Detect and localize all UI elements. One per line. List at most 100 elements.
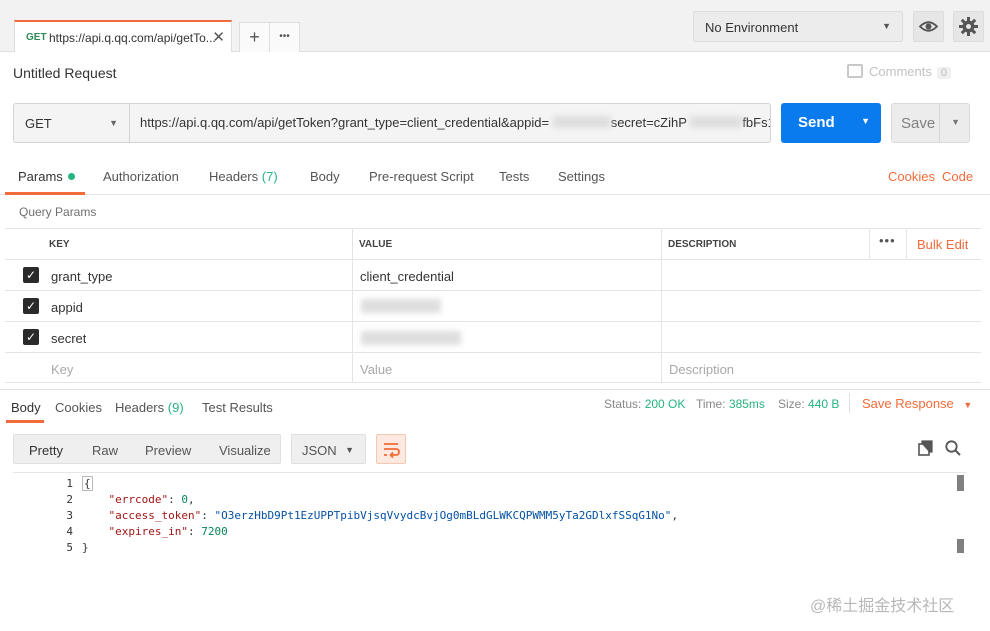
json-comma: , <box>187 493 195 506</box>
table-row: ✓ secret <box>5 321 981 352</box>
code-line: "expires_in": 7200 <box>108 525 228 538</box>
row-checkbox[interactable]: ✓ <box>23 267 39 283</box>
language-select[interactable]: JSON ▼ <box>291 434 366 464</box>
redacted-value[interactable] <box>361 299 441 313</box>
copy-icon <box>918 440 933 456</box>
chevron-down-icon[interactable]: ▼ <box>861 116 870 126</box>
save-label: Save <box>901 115 936 132</box>
more-tabs-button[interactable]: ••• <box>269 22 300 52</box>
tab-test-results[interactable]: Test Results <box>202 400 273 415</box>
code-link[interactable]: Code <box>942 169 973 184</box>
param-key[interactable]: appid <box>51 291 83 321</box>
tab-response-headers[interactable]: Headers (9) <box>115 400 184 415</box>
comment-icon <box>847 64 863 78</box>
new-value-input[interactable]: Value <box>360 353 392 382</box>
json-key: "expires_in" <box>108 525 188 538</box>
request-tab[interactable]: GET https://api.q.qq.com/api/getTo... ✕ <box>14 20 232 52</box>
param-key[interactable]: secret <box>51 322 86 352</box>
url-input[interactable]: https://api.q.qq.com/api/getToken?grant_… <box>129 103 771 143</box>
cookies-link[interactable]: Cookies <box>888 169 935 184</box>
divider <box>906 229 907 259</box>
param-key[interactable]: grant_type <box>51 260 112 290</box>
size-info: Size: 440 B <box>778 397 839 411</box>
line-number: 1 <box>66 477 73 490</box>
response-format-group: Pretty Raw Preview Visualize <box>13 434 281 464</box>
divider <box>352 260 353 290</box>
size-label: Size: <box>778 397 805 411</box>
divider <box>352 353 353 382</box>
divider <box>939 104 940 142</box>
search-button[interactable] <box>944 439 962 457</box>
chevron-down-icon[interactable]: ▼ <box>951 117 960 127</box>
more-options-icon[interactable]: ••• <box>879 229 896 259</box>
tab-pre-request-script[interactable]: Pre-request Script <box>369 169 474 184</box>
format-pretty[interactable]: Pretty <box>29 443 63 458</box>
tab-settings[interactable]: Settings <box>558 169 605 184</box>
line-number: 3 <box>66 509 73 522</box>
tab-body[interactable]: Body <box>310 169 340 184</box>
tab-response-cookies[interactable]: Cookies <box>55 400 102 415</box>
new-key-input[interactable]: Key <box>51 353 73 382</box>
divider <box>661 229 662 259</box>
params-active-dot <box>67 173 75 180</box>
language-label: JSON <box>302 443 337 458</box>
divider <box>869 229 870 259</box>
json-value: 0 <box>181 493 188 506</box>
size-value: 440 B <box>808 397 840 411</box>
method-label: GET <box>25 116 52 131</box>
status-info: Status: 200 OK <box>604 397 685 411</box>
redacted-value[interactable] <box>361 331 461 345</box>
status-value: 200 OK <box>644 397 686 411</box>
divider <box>661 260 662 290</box>
wrap-line-button[interactable] <box>376 434 406 464</box>
copy-button[interactable] <box>917 439 935 457</box>
tab-authorization[interactable]: Authorization <box>103 169 179 184</box>
send-button[interactable]: Send ▼ <box>781 103 881 143</box>
tab-tests[interactable]: Tests <box>499 169 529 184</box>
request-title[interactable]: Untitled Request <box>13 65 117 81</box>
json-key: "errcode" <box>108 493 169 506</box>
comments-count: 0 <box>936 67 951 79</box>
new-tab-button[interactable]: + <box>239 22 270 52</box>
table-row: ✓ appid <box>5 290 981 321</box>
tab-response-body[interactable]: Body <box>11 400 41 415</box>
table-header-row: KEY VALUE DESCRIPTION ••• Bulk Edit <box>5 228 981 259</box>
param-value[interactable]: client_credential <box>360 260 454 290</box>
tab-label: Params <box>18 169 63 184</box>
divider <box>352 229 353 259</box>
divider <box>661 353 662 382</box>
row-checkbox[interactable]: ✓ <box>23 329 39 345</box>
tab-params[interactable]: Params <box>18 169 75 184</box>
open-brace: { <box>82 476 93 491</box>
close-brace: } <box>82 541 89 554</box>
scrollbar-marker <box>957 539 964 553</box>
row-checkbox[interactable]: ✓ <box>23 298 39 314</box>
tab-label: Headers <box>115 400 165 415</box>
table-row: ✓ grant_type client_credential <box>5 259 981 290</box>
redacted-appid <box>552 116 611 128</box>
comments-button[interactable]: Comments 0 <box>847 64 951 79</box>
save-response-label: Save Response <box>862 396 954 411</box>
json-comma: , <box>671 509 679 522</box>
new-description-input[interactable]: Description <box>669 353 734 382</box>
save-button[interactable]: Save ▼ <box>891 103 970 143</box>
comments-label: Comments <box>869 64 932 79</box>
scrollbar-thumb[interactable] <box>957 475 964 491</box>
watermark: @稀土掘金技术社区 <box>810 598 955 615</box>
format-preview[interactable]: Preview <box>145 443 191 458</box>
gear-icon <box>959 17 978 36</box>
eye-icon <box>918 21 939 32</box>
environment-quick-look-button[interactable] <box>913 11 944 42</box>
tab-headers[interactable]: Headers (7) <box>209 169 278 184</box>
bulk-edit-link[interactable]: Bulk Edit <box>917 229 968 259</box>
method-select[interactable]: GET ▼ <box>13 103 129 143</box>
environment-select[interactable]: No Environment ▼ <box>693 11 903 42</box>
close-tab-icon[interactable]: ✕ <box>212 28 225 46</box>
save-response-button[interactable]: Save Response ▼ <box>862 396 972 411</box>
line-number: 5 <box>66 541 73 554</box>
code-line: } <box>82 541 89 554</box>
time-info: Time: 385ms <box>696 397 765 411</box>
manage-environments-button[interactable] <box>953 11 984 42</box>
format-visualize[interactable]: Visualize <box>219 443 271 458</box>
format-raw[interactable]: Raw <box>92 443 118 458</box>
